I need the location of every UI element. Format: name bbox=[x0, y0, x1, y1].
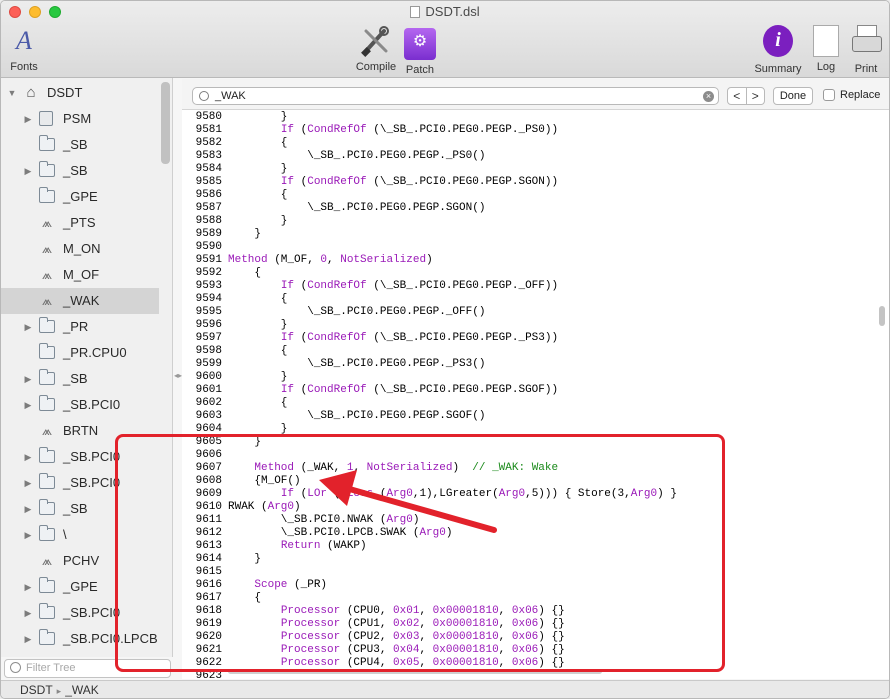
app-window: DSDT.dsl A Fonts Compile Patch i Summary… bbox=[0, 0, 890, 699]
annotation-arrow bbox=[319, 470, 497, 533]
path-bar: DSDT ▸ _WAK bbox=[1, 680, 889, 698]
path-separator-icon: ▸ bbox=[56, 686, 62, 696]
path-root[interactable]: DSDT bbox=[20, 683, 53, 697]
path-current[interactable]: _WAK bbox=[65, 683, 99, 697]
